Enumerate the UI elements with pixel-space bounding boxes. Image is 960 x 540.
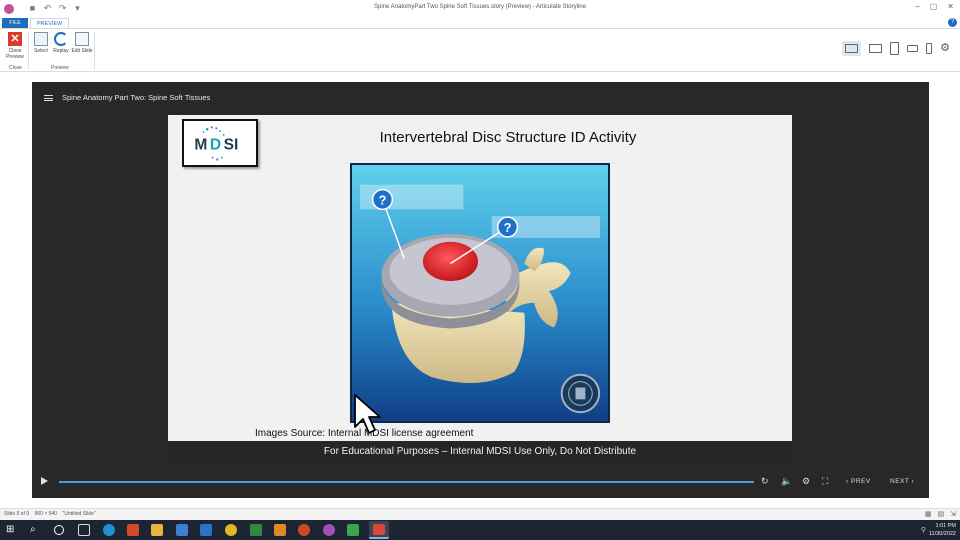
network-icon[interactable]: ⚲	[921, 526, 926, 534]
minimize-button[interactable]: –	[915, 2, 919, 11]
mouse-cursor-icon	[354, 394, 381, 434]
distribution-notice: For Educational Purposes – Internal MDSI…	[323, 446, 637, 457]
window-title: Spine AnatomyPart Two Spine Soft Tissues…	[374, 4, 586, 10]
svg-text:D: D	[210, 136, 221, 153]
slide-size: 960 × 540	[34, 511, 57, 517]
outlook-icon[interactable]	[200, 524, 212, 536]
slide-footer: For Educational Purposes – Internal MDSI…	[168, 441, 792, 463]
group-label-close: Close	[9, 65, 22, 71]
hotspot-label: ?	[504, 220, 512, 235]
clock-date: 11/30/2022	[928, 531, 956, 537]
slide-counter: Slide 9 of 9	[4, 511, 30, 517]
status-bar: Slide 9 of 9 960 × 540 "Untitled Slide" …	[0, 508, 960, 520]
tablet-portrait-icon[interactable]	[890, 42, 900, 55]
desktop-icon	[845, 44, 859, 53]
mdsi-logo: M D SI	[182, 119, 258, 167]
edit-slide-button[interactable]: Edit Slide	[71, 32, 93, 54]
app-icon-purple[interactable]	[323, 524, 335, 536]
ribbon: ✕ Close Preview Close Select Replay Prev…	[0, 28, 960, 72]
powerpoint-icon[interactable]	[298, 524, 310, 536]
select-icon	[34, 32, 48, 46]
group-label-preview: Preview	[51, 65, 69, 71]
replay-icon	[54, 32, 68, 46]
mdsi-logo-graphic: M D SI	[194, 126, 239, 161]
disc-illustration: ? ?	[352, 165, 608, 421]
cortana-icon[interactable]	[54, 525, 64, 535]
prev-label: PREV	[850, 478, 871, 485]
institution-seal	[560, 373, 601, 414]
file-explorer-icon[interactable]	[151, 524, 163, 536]
svg-text:M: M	[194, 136, 207, 153]
close-preview-button[interactable]: ✕ Close Preview	[4, 32, 26, 60]
player-settings-icon[interactable]: ⚙	[802, 476, 810, 486]
tablet-landscape-icon[interactable]	[869, 44, 883, 53]
office-icon[interactable]	[127, 524, 139, 536]
status-text: Slide 9 of 9 960 × 540 "Untitled Slide"	[4, 511, 96, 517]
ribbon-tabs: FILE PREVIEW	[0, 18, 960, 28]
storyline-taskbar-button[interactable]	[369, 521, 389, 539]
hotspot-label: ?	[379, 192, 387, 207]
edit-slide-icon	[75, 32, 89, 46]
maximize-button[interactable]: ▢	[930, 2, 938, 11]
title-bar: ■ ↶ ↷ ▾ Spine AnatomyPart Two Spine Soft…	[0, 0, 960, 18]
device-preview-switcher: ⚙	[842, 41, 950, 56]
prev-button[interactable]: ‹ PREV	[846, 478, 871, 485]
clock-time: 1:01 PM	[935, 523, 956, 529]
next-label: NEXT	[890, 478, 910, 485]
course-title: Spine Anatomy Part Two: Spine Soft Tissu…	[62, 93, 211, 102]
group-divider	[94, 33, 95, 69]
intervertebral-disc-image: ? ?	[350, 163, 610, 423]
select-label: Select	[34, 48, 48, 54]
store-icon[interactable]	[176, 524, 188, 536]
group-divider	[28, 33, 29, 69]
desktop-view-button[interactable]	[842, 41, 862, 56]
chrome-icon[interactable]	[225, 524, 237, 536]
scene-name: "Untitled Slide"	[62, 511, 96, 517]
search-icon[interactable]: ⌕	[30, 524, 42, 536]
camtasia-icon[interactable]	[250, 524, 262, 536]
storyline-taskbar-icon	[373, 524, 385, 535]
slide-title: Intervertebral Disc Structure ID Activit…	[379, 129, 637, 146]
tab-preview[interactable]: PREVIEW	[30, 18, 70, 28]
close-preview-icon: ✕	[8, 32, 22, 46]
hotspot-nucleus[interactable]: ?	[496, 216, 519, 238]
windows-taskbar: ⊞ ⌕ ⚲ 1:01 PM 11/30/2022	[0, 520, 960, 540]
select-button[interactable]: Select	[30, 32, 52, 54]
view-switcher: ▦ ▤ ⇲	[925, 510, 956, 518]
edge-icon[interactable]	[103, 524, 115, 536]
edit-slide-label: Edit Slide	[71, 48, 93, 54]
system-clock[interactable]: 1:01 PM 11/30/2022	[929, 522, 956, 538]
next-button[interactable]: NEXT ›	[890, 478, 914, 485]
normal-view-icon[interactable]: ▦	[925, 510, 932, 518]
seekbar[interactable]	[59, 481, 754, 483]
slide-canvas: M D SI Intervertebral Disc Structure ID …	[168, 115, 792, 441]
help-icon[interactable]: ?	[948, 18, 957, 27]
hotspot-annulus[interactable]: ?	[371, 188, 394, 211]
app-icon-orange[interactable]	[274, 524, 286, 536]
fit-view-icon[interactable]: ⇲	[950, 510, 956, 518]
phone-portrait-icon[interactable]	[926, 43, 933, 54]
slide-sorter-icon[interactable]: ▤	[938, 510, 945, 518]
volume-icon[interactable]: 🔈	[781, 476, 792, 486]
fullscreen-icon[interactable]: ⛶	[822, 476, 828, 486]
tab-file[interactable]: FILE	[2, 18, 28, 28]
replay-label: Replay	[53, 48, 69, 54]
settings-gear-icon[interactable]: ⚙	[940, 43, 950, 54]
play-icon[interactable]	[41, 477, 48, 485]
close-window-button[interactable]: ✕	[947, 2, 954, 11]
replay-button[interactable]: Replay	[50, 32, 72, 54]
replay-slide-icon[interactable]: ↻	[761, 476, 769, 486]
hamburger-menu-icon[interactable]	[44, 95, 53, 101]
close-preview-label: Close Preview	[6, 48, 24, 60]
storyline-preview-window: ■ ↶ ↷ ▾ Spine AnatomyPart Two Spine Soft…	[0, 0, 960, 540]
start-icon[interactable]: ⊞	[6, 524, 18, 536]
task-view-icon[interactable]	[78, 524, 90, 536]
svg-text:SI: SI	[224, 136, 239, 153]
window-controls: – ▢ ✕	[915, 2, 954, 11]
app-icon-green[interactable]	[347, 524, 359, 536]
course-player: Spine Anatomy Part Two: Spine Soft Tissu…	[32, 82, 929, 498]
phone-landscape-icon[interactable]	[907, 45, 919, 52]
